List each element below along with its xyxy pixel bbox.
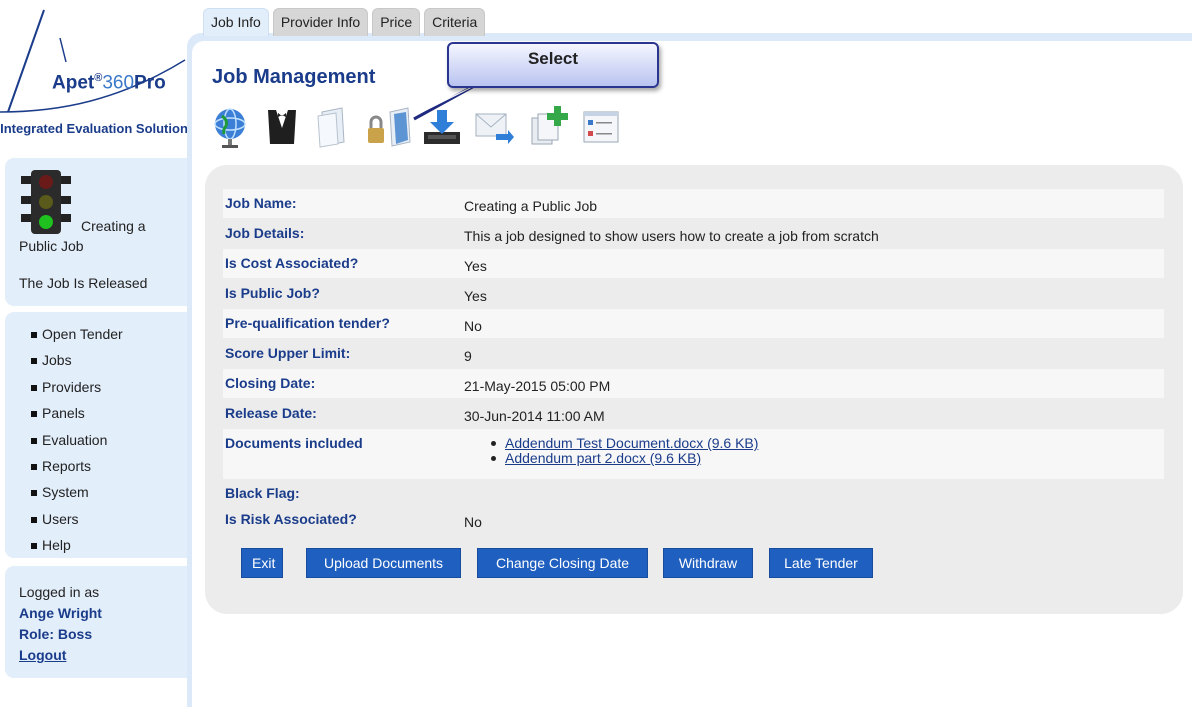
upload-documents-button[interactable]: Upload Documents — [306, 548, 461, 578]
document-item: Addendum part 2.docx (9.6 KB) — [485, 451, 758, 466]
detail-label: Documents included — [225, 435, 363, 451]
detail-value: No — [464, 514, 482, 530]
lock-document-icon[interactable] — [362, 104, 411, 150]
detail-value: 21-May-2015 05:00 PM — [464, 378, 611, 394]
detail-label: Release Date: — [225, 405, 317, 421]
select-callout: Select — [447, 42, 659, 88]
download-tray-icon[interactable] — [422, 104, 462, 150]
exit-button[interactable]: Exit — [241, 548, 283, 578]
detail-row-cost: Is Cost Associated? Yes — [223, 249, 1164, 278]
detail-label: Closing Date: — [225, 375, 316, 391]
bullet-icon — [31, 543, 37, 550]
change-closing-date-button[interactable]: Change Closing Date — [477, 548, 648, 578]
withdraw-button[interactable]: Withdraw — [663, 548, 753, 578]
document-item: Addendum Test Document.docx (9.6 KB) — [485, 436, 758, 451]
logo-wordmark: Apet®360Pro — [52, 72, 166, 94]
logout-link[interactable]: Logout — [19, 645, 174, 666]
tab-price[interactable]: Price — [372, 8, 421, 36]
detail-value: 30-Jun-2014 11:00 AM — [464, 408, 605, 424]
tab-criteria[interactable]: Criteria — [424, 8, 486, 36]
document-list: Addendum Test Document.docx (9.6 KB) Add… — [485, 436, 758, 466]
bullet-icon — [31, 411, 37, 418]
detail-label: Black Flag: — [225, 485, 300, 501]
sidebar-item-evaluation[interactable]: Evaluation — [5, 427, 188, 453]
sidebar-nav: Open Tender Jobs Providers Panels Evalua… — [5, 312, 188, 558]
sidebar-item-system[interactable]: System — [5, 479, 188, 505]
sidebar-item-reports[interactable]: Reports — [5, 453, 188, 479]
detail-value: Creating a Public Job — [464, 198, 598, 214]
detail-value: 9 — [464, 348, 472, 364]
sidebar-item-providers[interactable]: Providers — [5, 374, 188, 400]
detail-label: Is Cost Associated? — [225, 255, 359, 271]
form-list-icon[interactable] — [582, 104, 622, 150]
detail-label: Is Risk Associated? — [225, 511, 357, 527]
sidebar-item-help[interactable]: Help — [5, 532, 188, 558]
detail-row-job-details: Job Details: This a job designed to show… — [223, 219, 1164, 248]
login-panel: Logged in as Ange Wright Role: Boss Logo… — [5, 566, 188, 678]
document-icon[interactable] — [312, 104, 352, 150]
logo-tagline: Integrated Evaluation Solution — [0, 121, 188, 136]
globe-icon[interactable] — [212, 104, 252, 150]
detail-row-closing: Closing Date: 21-May-2015 05:00 PM — [223, 369, 1164, 398]
bullet-icon — [31, 358, 37, 365]
callout-label: Select — [527, 49, 579, 68]
bullet-icon — [31, 490, 37, 497]
job-details-panel: Job Name: Creating a Public Job Job Deta… — [205, 165, 1183, 614]
status-state: The Job Is Released — [19, 275, 148, 291]
user-role: Role: Boss — [19, 626, 93, 642]
detail-row-black-flag: Black Flag: — [223, 479, 1164, 508]
detail-row-public: Is Public Job? Yes — [223, 279, 1164, 308]
detail-value: Yes — [464, 258, 487, 274]
document-link[interactable]: Addendum Test Document.docx (9.6 KB) — [505, 435, 758, 451]
copy-add-icon[interactable] — [528, 104, 568, 150]
sidebar-item-panels[interactable]: Panels — [5, 400, 188, 426]
tab-bar: Job Info Provider Info Price Criteria — [203, 8, 486, 36]
sidebar-item-users[interactable]: Users — [5, 506, 188, 532]
detail-row-score: Score Upper Limit: 9 — [223, 339, 1164, 368]
app-page: Apet®360Pro Integrated Evaluation Soluti… — [0, 0, 1192, 707]
detail-label: Is Public Job? — [225, 285, 320, 301]
sidebar-item-jobs[interactable]: Jobs — [5, 347, 188, 373]
job-status-panel: Creating a Public Job The Job Is Release… — [5, 158, 188, 306]
bullet-icon — [31, 437, 37, 444]
document-link[interactable]: Addendum part 2.docx (9.6 KB) — [505, 450, 701, 466]
bullet-icon — [31, 516, 37, 523]
sidebar-item-open-tender[interactable]: Open Tender — [5, 321, 188, 347]
detail-value: No — [464, 318, 482, 334]
detail-row-prequal: Pre-qualification tender? No — [223, 309, 1164, 338]
status-job-name: Creating a Public Job — [19, 218, 146, 254]
logged-in-label: Logged in as — [19, 584, 100, 600]
bullet-icon — [31, 463, 37, 470]
apet-logo: Apet®360Pro Integrated Evaluation Soluti… — [0, 0, 188, 155]
detail-row-job-name: Job Name: Creating a Public Job — [223, 189, 1164, 218]
bullet-icon — [31, 384, 37, 391]
bullet-icon — [31, 332, 37, 338]
tab-job-info[interactable]: Job Info — [203, 8, 269, 36]
tuxedo-icon[interactable] — [262, 104, 302, 150]
user-name: Ange Wright — [19, 605, 102, 621]
detail-row-documents: Documents included Addendum Test Documen… — [223, 429, 1164, 479]
detail-value: Yes — [464, 288, 487, 304]
detail-label: Pre-qualification tender? — [225, 315, 390, 331]
detail-row-release: Release Date: 30-Jun-2014 11:00 AM — [223, 399, 1164, 428]
page-title: Job Management — [212, 66, 376, 88]
detail-label: Job Name: — [225, 195, 297, 211]
email-forward-icon[interactable] — [474, 104, 514, 150]
late-tender-button[interactable]: Late Tender — [769, 548, 873, 578]
tab-provider-info[interactable]: Provider Info — [272, 8, 369, 36]
detail-label: Score Upper Limit: — [225, 345, 351, 361]
detail-row-risk: Is Risk Associated? No — [223, 505, 1164, 534]
detail-value: This a job designed to show users how to… — [464, 228, 879, 244]
detail-label: Job Details: — [225, 225, 305, 241]
